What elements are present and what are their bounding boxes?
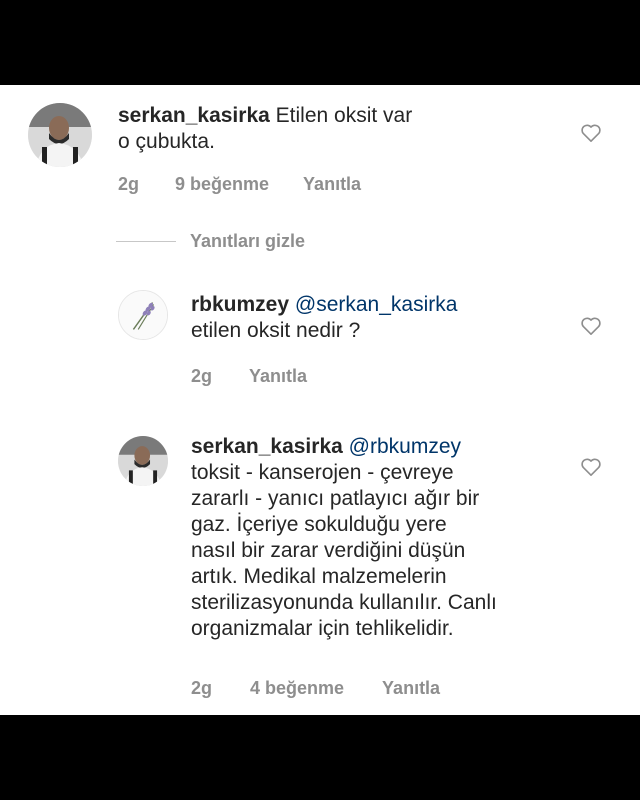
comment-line: toksit - kanserojen - çevreye xyxy=(191,461,454,484)
comment-line: o çubukta. xyxy=(118,130,215,153)
avatar[interactable] xyxy=(118,436,168,486)
timestamp: 2g xyxy=(191,366,213,386)
username[interactable]: serkan_kasirka xyxy=(118,104,270,127)
timestamp: 2g xyxy=(118,174,140,194)
likes-count[interactable]: 9 beğenme xyxy=(175,174,269,195)
comment-meta: 2g Yanıtla xyxy=(191,366,307,387)
mention-link[interactable]: @rbkumzey xyxy=(349,435,461,458)
lavender-avatar xyxy=(119,291,167,339)
like-button[interactable] xyxy=(580,316,602,336)
heart-outline-icon xyxy=(581,317,601,335)
divider xyxy=(116,241,176,242)
comment-line: sterilizasyonunda kullanılır. Canlı xyxy=(191,591,497,614)
reply-button[interactable]: Yanıtla xyxy=(303,174,361,195)
likes-count[interactable]: 4 beğenme xyxy=(250,678,344,699)
reply-button[interactable]: Yanıtla xyxy=(382,678,440,699)
reply-button[interactable]: Yanıtla xyxy=(249,366,307,387)
comment-text: serkan_kasirka @rbkumzey toksit - kanser… xyxy=(191,434,571,642)
heart-outline-icon xyxy=(581,124,601,142)
username[interactable]: rbkumzey xyxy=(191,293,289,316)
comment-line: artık. Medikal malzemelerin xyxy=(191,565,447,588)
timestamp: 2g xyxy=(191,678,213,698)
comment-meta: 2g 4 beğenme Yanıtla xyxy=(191,678,440,699)
hide-replies-button[interactable]: Yanıtları gizle xyxy=(116,231,305,252)
like-button[interactable] xyxy=(580,457,602,477)
heart-outline-icon xyxy=(581,458,601,476)
person-avatar xyxy=(118,436,168,486)
comment-line: Etilen oksit var xyxy=(275,104,413,127)
username[interactable]: serkan_kasirka xyxy=(191,435,343,458)
comment-text: serkan_kasirka Etilen oksit var o çubukt… xyxy=(118,103,518,155)
reply-2: serkan_kasirka @rbkumzey toksit - kanser… xyxy=(0,430,640,715)
comment-line: gaz. İçeriye sokulduğu yere xyxy=(191,513,447,536)
like-button[interactable] xyxy=(580,123,602,143)
comment-meta: 2g 9 beğenme Yanıtla xyxy=(118,174,361,195)
comment-1: serkan_kasirka Etilen oksit var o çubukt… xyxy=(0,85,640,215)
reply-1: rbkumzey @serkan_kasirka etilen oksit ne… xyxy=(0,280,640,400)
comment-text: rbkumzey @serkan_kasirka etilen oksit ne… xyxy=(191,292,571,344)
avatar[interactable] xyxy=(118,290,168,340)
person-avatar xyxy=(28,103,92,167)
comments-screen: serkan_kasirka Etilen oksit var o çubukt… xyxy=(0,85,640,715)
mention-link[interactable]: @serkan_kasirka xyxy=(295,293,458,316)
avatar[interactable] xyxy=(28,103,92,167)
comment-line: nasıl bir zarar verdiğini düşün xyxy=(191,539,466,562)
comment-line: organizmalar için tehlikelidir. xyxy=(191,617,454,640)
comment-line: etilen oksit nedir ? xyxy=(191,319,361,342)
comment-line: zararlı - yanıcı patlayıcı ağır bir xyxy=(191,487,480,510)
hide-replies-label: Yanıtları gizle xyxy=(190,231,306,251)
